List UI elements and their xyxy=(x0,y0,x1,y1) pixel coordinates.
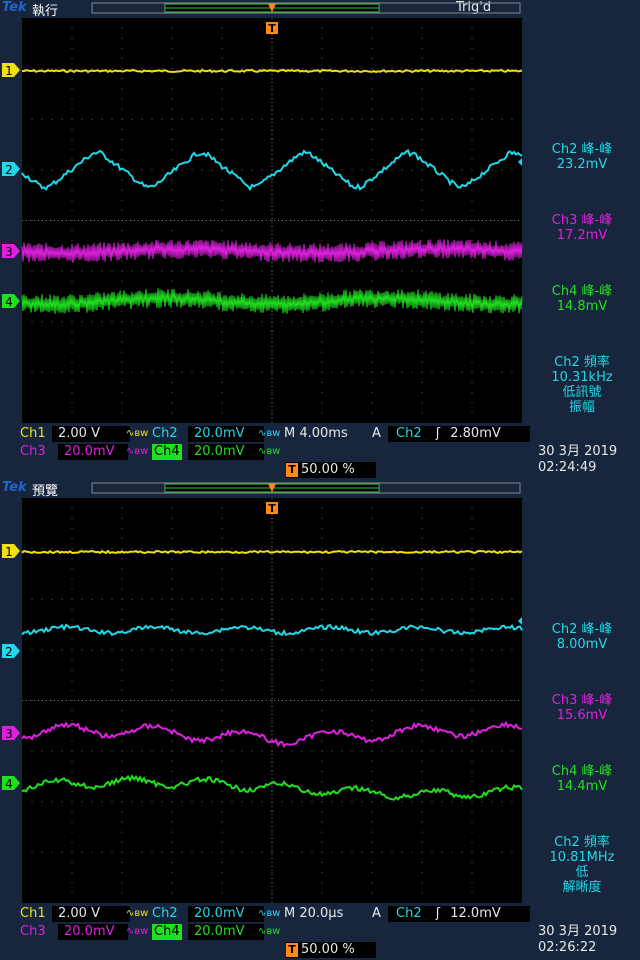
measurement-label: Ch4 峰-峰 xyxy=(551,764,613,779)
ch1-marker[interactable]: 1 xyxy=(2,63,20,78)
trigger-mode[interactable]: A xyxy=(372,906,381,922)
ch4-label[interactable]: Ch4 xyxy=(152,444,182,460)
trigger-position-value: 50.00 % xyxy=(301,462,355,477)
frequency-measurement: Ch2 頻率 10.31kHz 低訊號 振幅 xyxy=(524,355,640,415)
svg-text:2: 2 xyxy=(5,645,13,659)
scope-screen-1: Tek 執行 Trig'd T 1 2 3 4 Ch2 峰-峰 23.2mV C… xyxy=(0,0,640,480)
svg-text:4: 4 xyxy=(5,777,13,791)
ch4-scale[interactable]: 20.0mV xyxy=(188,924,264,940)
timestamp: 30 3月 2019 02:26:22 xyxy=(538,924,617,956)
measurement-ch2: Ch2 峰-峰 23.2mV xyxy=(524,142,640,172)
ch3-label[interactable]: Ch3 xyxy=(20,444,46,460)
ch2-scale[interactable]: 20.0mV xyxy=(188,906,264,922)
svg-text:4: 4 xyxy=(5,295,13,309)
ch2-marker[interactable]: 2 xyxy=(2,644,20,659)
ch2-scale[interactable]: 20.0mV xyxy=(188,426,264,442)
ch3-scale[interactable]: 20.0mV xyxy=(58,444,128,460)
trigger-position-value: 50.00 % xyxy=(301,942,355,957)
measurement-ch2: Ch2 峰-峰 8.00mV xyxy=(524,622,640,652)
ch3-scale[interactable]: 20.0mV xyxy=(58,924,128,940)
trigger-source[interactable]: Ch2 ʃ 2.80mV xyxy=(388,426,530,442)
trigger-icon: T xyxy=(286,463,298,477)
ch1-label[interactable]: Ch1 xyxy=(20,906,46,922)
timebase[interactable]: M 4.00ms xyxy=(284,426,348,442)
ch4-scale[interactable]: 20.0mV xyxy=(188,444,264,460)
ch4-marker[interactable]: 4 xyxy=(2,294,20,309)
ch1-scale[interactable]: 2.00 V xyxy=(52,426,130,442)
freq-label: Ch2 頻率 xyxy=(554,835,610,850)
freq-label: Ch2 頻率 xyxy=(554,355,610,370)
measurement-ch3: Ch3 峰-峰 17.2mV xyxy=(524,213,640,243)
svg-text:2: 2 xyxy=(5,163,13,177)
trigger-position[interactable]: T 50.00 % xyxy=(286,462,376,478)
measurement-value: 23.2mV xyxy=(556,157,608,172)
timestamp: 30 3月 2019 02:24:49 xyxy=(538,444,617,476)
measurement-label: Ch3 峰-峰 xyxy=(551,213,613,228)
svg-text:1: 1 xyxy=(5,64,13,78)
ch1-label[interactable]: Ch1 xyxy=(20,426,46,442)
trigger-marker-label: T xyxy=(268,22,276,35)
bandwidth-icon: ∿ʙw xyxy=(126,908,149,919)
measurement-label: Ch2 峰-峰 xyxy=(551,142,613,157)
frequency-measurement: Ch2 頻率 10.81MHz 低 解晰度 xyxy=(524,835,640,895)
ch3-marker[interactable]: 3 xyxy=(2,244,20,259)
svg-text:1: 1 xyxy=(5,545,13,559)
bandwidth-icon: ∿ʙw xyxy=(126,446,149,457)
freq-value: 10.81MHz xyxy=(549,850,615,865)
measurement-value: 14.8mV xyxy=(556,299,608,314)
measurement-ch3: Ch3 峰-峰 15.6mV xyxy=(524,693,640,723)
time: 02:24:49 xyxy=(538,460,597,475)
time: 02:26:22 xyxy=(538,940,597,955)
bandwidth-icon: ∿ʙw xyxy=(126,428,149,439)
bandwidth-icon: ∿ʙw xyxy=(258,446,281,457)
date: 30 3月 2019 xyxy=(538,444,618,459)
trigger-marker-label: T xyxy=(268,502,276,515)
trigger-position[interactable]: T 50.00 % xyxy=(286,942,376,958)
date: 30 3月 2019 xyxy=(538,924,618,939)
trigger-source[interactable]: Ch2 ʃ 12.0mV xyxy=(388,906,530,922)
measurement-label: Ch4 峰-峰 xyxy=(551,284,613,299)
timebase[interactable]: M 20.0µs xyxy=(284,906,343,922)
measurement-value: 17.2mV xyxy=(556,228,608,243)
trigger-icon: T xyxy=(286,943,298,957)
freq-note: 解晰度 xyxy=(562,880,602,895)
measurement-ch4: Ch4 峰-峰 14.8mV xyxy=(524,284,640,314)
ch2-label[interactable]: Ch2 xyxy=(152,426,178,442)
measurement-value: 15.6mV xyxy=(556,708,608,723)
rising-edge-icon: ʃ xyxy=(435,906,441,921)
measurement-label: Ch3 峰-峰 xyxy=(551,693,613,708)
ch2-marker[interactable]: 2 xyxy=(2,162,20,177)
freq-note: 低 xyxy=(575,865,589,880)
measurement-value: 14.4mV xyxy=(556,779,608,794)
measurement-value: 8.00mV xyxy=(556,637,608,652)
bandwidth-icon: ∿ʙw xyxy=(258,428,281,439)
measurement-ch4: Ch4 峰-峰 14.4mV xyxy=(524,764,640,794)
freq-note: 低訊號 xyxy=(562,385,602,400)
trigger-source-label: Ch2 xyxy=(396,426,422,441)
trigger-level: 12.0mV xyxy=(450,906,501,921)
trigger-level: 2.80mV xyxy=(450,426,501,441)
freq-value: 10.31kHz xyxy=(551,370,613,385)
bandwidth-icon: ∿ʙw xyxy=(258,908,281,919)
svg-text:3: 3 xyxy=(5,245,13,259)
ch4-label[interactable]: Ch4 xyxy=(152,924,182,940)
measurement-label: Ch2 峰-峰 xyxy=(551,622,613,637)
ch2-label[interactable]: Ch2 xyxy=(152,906,178,922)
rising-edge-icon: ʃ xyxy=(435,426,441,441)
svg-text:3: 3 xyxy=(5,727,13,741)
ch4-marker[interactable]: 4 xyxy=(2,776,20,791)
scope-screen-2: Tek 預覽 T 1 2 3 4 Ch2 峰-峰 8.00mV Ch3 峰-峰 … xyxy=(0,480,640,960)
ch1-marker[interactable]: 1 xyxy=(2,544,20,559)
ch3-label[interactable]: Ch3 xyxy=(20,924,46,940)
bandwidth-icon: ∿ʙw xyxy=(126,926,149,937)
ch3-marker[interactable]: 3 xyxy=(2,726,20,741)
trigger-mode[interactable]: A xyxy=(372,426,381,442)
ch1-scale[interactable]: 2.00 V xyxy=(52,906,130,922)
trigger-source-label: Ch2 xyxy=(396,906,422,921)
bandwidth-icon: ∿ʙw xyxy=(258,926,281,937)
freq-note: 振幅 xyxy=(568,400,595,415)
